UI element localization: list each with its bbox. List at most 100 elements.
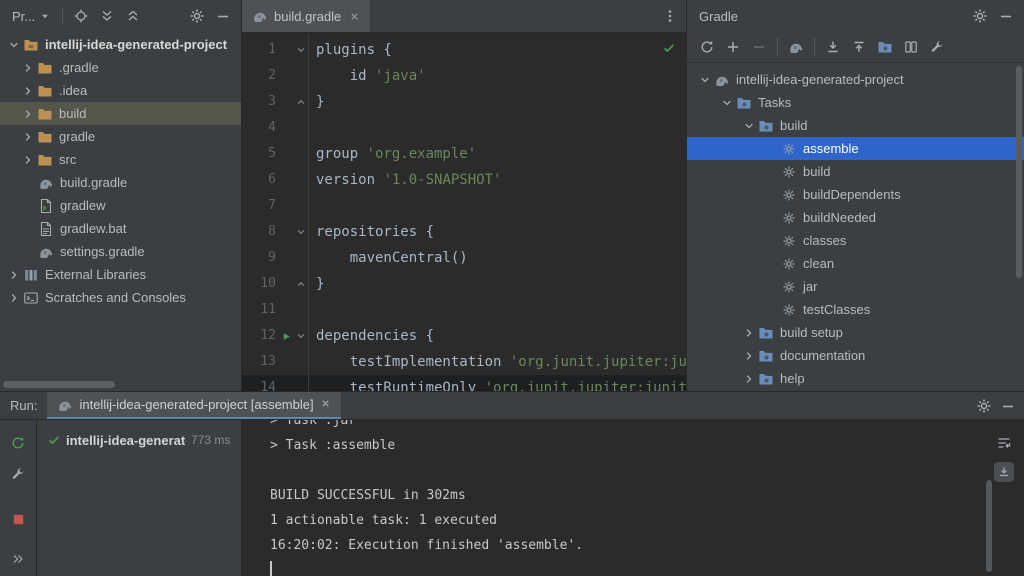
collapse-all-button[interactable] <box>121 5 145 27</box>
run-gutter-icon[interactable] <box>280 331 293 342</box>
line-number[interactable]: 3 <box>242 89 280 115</box>
chevron-down-icon[interactable] <box>741 118 757 134</box>
expand-all-button[interactable] <box>95 5 119 27</box>
editor-tab-build-gradle[interactable]: build.gradle <box>242 0 370 32</box>
toggle-offline-mode-button[interactable] <box>899 36 923 58</box>
gradle-icon <box>252 8 268 24</box>
line-number[interactable]: 4 <box>242 115 280 141</box>
line-number[interactable]: 11 <box>242 297 280 323</box>
inspections-ok-icon[interactable] <box>662 41 676 55</box>
line-number[interactable]: 14 <box>242 375 280 392</box>
gradle-task-item-help[interactable]: help <box>687 367 1024 390</box>
gradle-task-item-tasks[interactable]: Tasks <box>687 91 1024 114</box>
project-tree-item-build[interactable]: build <box>0 102 241 125</box>
more-options-button[interactable] <box>6 548 30 570</box>
editor-options-button[interactable] <box>658 5 682 27</box>
attach-gradle-project-button[interactable] <box>721 36 745 58</box>
gradle-task-item-build-setup[interactable]: build setup <box>687 321 1024 344</box>
gradle-task-item-build[interactable]: build <box>687 160 1024 183</box>
project-view-dropdown[interactable]: Pr... <box>6 7 56 26</box>
line-number[interactable]: 2 <box>242 63 280 89</box>
fold-down-icon[interactable] <box>293 227 308 237</box>
fold-down-icon[interactable] <box>293 331 308 341</box>
close-tab-icon[interactable] <box>349 11 360 22</box>
gradle-task-item-testclasses[interactable]: testClasses <box>687 298 1024 321</box>
run-settings-button[interactable] <box>972 395 996 417</box>
project-tree-item-intellij-idea-generated-project[interactable]: intellij-idea-generated-project <box>0 33 241 56</box>
chevron-right-icon[interactable] <box>6 290 22 306</box>
console-scrollbar[interactable] <box>986 480 992 572</box>
project-tree-item-gradlew-bat[interactable]: gradlew.bat <box>0 217 241 240</box>
vertical-scrollbar[interactable] <box>1016 66 1022 278</box>
chevron-right-icon[interactable] <box>741 325 757 341</box>
expand-all-tasks-button[interactable] <box>821 36 845 58</box>
close-run-tab-icon[interactable] <box>320 397 331 412</box>
run-console[interactable]: > Task :jar> Task :assemble BUILD SUCCES… <box>242 420 1024 576</box>
hide-panel-button[interactable] <box>211 5 235 27</box>
chevron-right-icon[interactable] <box>20 60 36 76</box>
project-tree-item-settings-gradle[interactable]: settings.gradle <box>0 240 241 263</box>
chevron-right-icon[interactable] <box>6 267 22 283</box>
soft-wrap-button[interactable] <box>992 432 1016 454</box>
gradle-task-item-intellij-idea-generated-project[interactable]: intellij-idea-generated-project <box>687 68 1024 91</box>
chevron-down-icon[interactable] <box>719 95 735 111</box>
chevron-right-icon[interactable] <box>741 371 757 387</box>
gradle-task-item-assemble[interactable]: assemble <box>687 137 1024 160</box>
project-tree-item-scratches-and-consoles[interactable]: Scratches and Consoles <box>0 286 241 309</box>
project-tree-item-idea[interactable]: .idea <box>0 79 241 102</box>
collapse-all-tasks-button[interactable] <box>847 36 871 58</box>
project-settings-button[interactable] <box>185 5 209 27</box>
gradle-task-item-clean[interactable]: clean <box>687 252 1024 275</box>
chevron-right-icon[interactable] <box>20 106 36 122</box>
run-results-tree: intellij-idea-generated-project 773 ms <box>37 420 242 576</box>
fold-up-icon[interactable] <box>293 97 308 107</box>
line-number[interactable]: 6 <box>242 167 280 193</box>
gradle-task-item-builddependents[interactable]: buildDependents <box>687 183 1024 206</box>
project-tree-item-gradlew[interactable]: gradlew <box>0 194 241 217</box>
run-result-row[interactable]: intellij-idea-generated-project 773 ms <box>37 428 241 452</box>
fold-up-icon[interactable] <box>293 279 308 289</box>
horizontal-scrollbar[interactable] <box>3 381 115 388</box>
chevron-right-icon[interactable] <box>20 152 36 168</box>
fold-down-icon[interactable] <box>293 45 308 55</box>
line-number[interactable]: 5 <box>242 141 280 167</box>
locate-file-button[interactable] <box>69 5 93 27</box>
hide-run-panel-button[interactable] <box>996 395 1020 417</box>
gradle-settings-wrench-button[interactable] <box>925 36 949 58</box>
project-tree-item-gradle[interactable]: .gradle <box>0 56 241 79</box>
scroll-to-end-button[interactable] <box>994 462 1014 482</box>
gradle-task-item-build[interactable]: build <box>687 114 1024 137</box>
run-configuration-wrench-button[interactable] <box>6 463 30 485</box>
chevron-right-icon[interactable] <box>741 348 757 364</box>
execute-gradle-task-button[interactable] <box>784 36 808 58</box>
code-editor[interactable]: 1plugins {2 id 'java'3}45group 'org.exam… <box>242 33 686 392</box>
project-tree-item-src[interactable]: src <box>0 148 241 171</box>
reload-gradle-projects-button[interactable] <box>695 36 719 58</box>
stop-button[interactable] <box>6 508 30 530</box>
gradle-dependencies-button[interactable] <box>873 36 897 58</box>
project-tree-item-gradle[interactable]: gradle <box>0 125 241 148</box>
gradle-settings-button[interactable] <box>968 5 992 27</box>
line-number[interactable]: 10 <box>242 271 280 297</box>
rerun-button[interactable] <box>6 432 30 454</box>
line-number[interactable]: 12 <box>242 323 280 349</box>
project-tree-item-external-libraries[interactable]: External Libraries <box>0 263 241 286</box>
line-number[interactable]: 7 <box>242 193 280 219</box>
gradle-task-item-documentation[interactable]: documentation <box>687 344 1024 367</box>
line-number[interactable]: 9 <box>242 245 280 271</box>
gradle-task-item-buildneeded[interactable]: buildNeeded <box>687 206 1024 229</box>
line-number[interactable]: 13 <box>242 349 280 375</box>
line-number[interactable]: 8 <box>242 219 280 245</box>
chevron-right-icon[interactable] <box>20 83 36 99</box>
chevron-right-icon[interactable] <box>20 129 36 145</box>
gradle-task-item-classes[interactable]: classes <box>687 229 1024 252</box>
chevron-down-icon[interactable] <box>697 72 713 88</box>
gradle-task-item-jar[interactable]: jar <box>687 275 1024 298</box>
detach-gradle-project-button[interactable] <box>747 36 771 58</box>
chevron-down-icon[interactable] <box>6 37 22 53</box>
line-number[interactable]: 1 <box>242 37 280 63</box>
run-tab[interactable]: intellij-idea-generated-project [assembl… <box>47 392 340 419</box>
project-tree-item-build-gradle[interactable]: build.gradle <box>0 171 241 194</box>
hide-gradle-panel-button[interactable] <box>994 5 1018 27</box>
project-tool-window: Pr... intellij-idea-generated-project.gr… <box>0 0 242 392</box>
